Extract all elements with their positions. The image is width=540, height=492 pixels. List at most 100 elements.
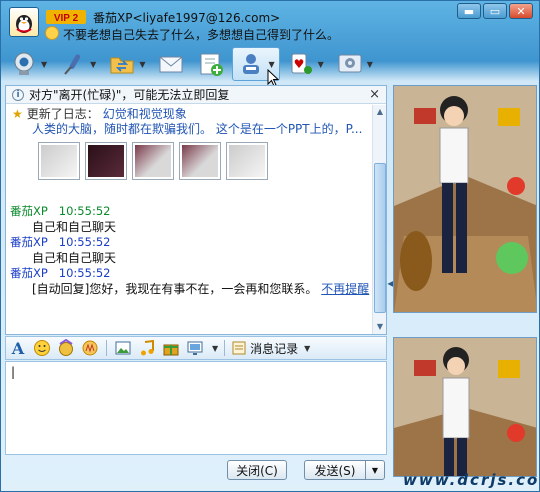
message-body: [自动回复]您好，我现在有事不在，一会再和您联系。 不再提醒 xyxy=(10,281,370,297)
svg-text:VIP 2: VIP 2 xyxy=(54,13,79,24)
gift-icon xyxy=(163,344,179,356)
screenshot-icon xyxy=(187,341,203,355)
magic-emoticon-icon xyxy=(59,339,73,356)
settings-icon xyxy=(338,54,362,73)
thumbnail[interactable] xyxy=(179,142,221,180)
scroll-down-icon[interactable]: ▼ xyxy=(374,321,386,333)
update-summary-link[interactable]: 人类的大脑，随时都在欺骗我们。 这个是在一个PPT上的，P... xyxy=(12,122,366,137)
webcam-icon xyxy=(14,52,34,75)
away-notice-text: 对方"离开(忙碌)"，可能无法立即回复 xyxy=(29,88,230,102)
avatar[interactable] xyxy=(9,7,39,37)
vip-badge: VIP 2 xyxy=(46,10,86,24)
update-label: 更新了日志： xyxy=(26,107,99,121)
games-icon: ♥ xyxy=(291,53,312,74)
message-header: 番茄XP 10:55:52 xyxy=(10,235,370,250)
scroll-thumb[interactable] xyxy=(374,163,386,313)
thumbnail[interactable] xyxy=(38,142,80,180)
blog-update: ★ 更新了日志： 幻觉和视觉现象 xyxy=(12,107,366,122)
update-title-link[interactable]: 幻觉和视觉现象 xyxy=(103,107,187,122)
thumbnail[interactable] xyxy=(85,142,127,180)
email-icon xyxy=(159,56,183,73)
shake-button[interactable] xyxy=(80,338,100,358)
magic-emoticon-button[interactable] xyxy=(56,338,76,358)
user-settings-icon xyxy=(243,54,260,74)
music-button[interactable] xyxy=(137,338,157,358)
games-button[interactable]: ♥ ▼ xyxy=(282,47,329,81)
email-button[interactable] xyxy=(152,47,190,81)
avatar-show-image xyxy=(394,338,536,476)
input-toolbar: A ▼ 消息记录 ▼ xyxy=(5,336,387,360)
chevron-down-icon[interactable]: ▼ xyxy=(212,344,218,353)
thumbnail[interactable] xyxy=(226,142,268,180)
chevron-down-icon[interactable]: ▼ xyxy=(41,60,47,69)
message-history-label: 消息记录 xyxy=(250,341,299,356)
minimize-button[interactable]: ▬ xyxy=(457,3,481,19)
star-icon: ★ xyxy=(12,107,23,121)
voice-button[interactable]: ▼ xyxy=(54,47,101,81)
chevron-down-icon[interactable]: ▼ xyxy=(304,344,310,353)
message-body: 自己和自己聊天 xyxy=(32,251,117,265)
svg-text:♥: ♥ xyxy=(293,57,304,71)
chevron-down-icon[interactable]: ▼ xyxy=(90,60,96,69)
video-button[interactable]: ▼ xyxy=(5,47,52,81)
shake-icon xyxy=(82,340,98,356)
history-icon xyxy=(232,341,246,355)
chevron-down-icon[interactable]: ▼ xyxy=(318,60,324,69)
add-contact-icon xyxy=(200,53,224,76)
screenshot-button[interactable] xyxy=(185,338,205,358)
do-not-remind-link[interactable]: 不再提醒 xyxy=(321,282,369,296)
close-window-button[interactable]: ✕ xyxy=(509,3,533,19)
scroll-up-icon[interactable]: ▲ xyxy=(374,106,386,118)
contact-name: 番茄XP<liyafe1997@126.com> xyxy=(93,11,281,25)
divider xyxy=(106,340,107,356)
info-icon: i xyxy=(12,88,24,101)
image-icon xyxy=(115,341,131,355)
chevron-down-icon[interactable]: ▼ xyxy=(268,60,274,69)
message-time: 10:55:52 xyxy=(58,266,111,280)
signature-icon xyxy=(45,26,59,40)
file-transfer-button[interactable]: ▼ xyxy=(103,47,150,81)
microphone-icon xyxy=(64,54,81,75)
signature-text: 不要老想自己失去了什么，多想想自己得到了什么。 xyxy=(63,28,340,42)
emoticon-button[interactable] xyxy=(32,338,52,358)
message-time: 10:55:52 xyxy=(58,235,111,249)
close-button[interactable]: 关闭(C) xyxy=(227,460,287,480)
send-options-button[interactable]: ▼ xyxy=(365,460,385,480)
contact-show-image xyxy=(393,85,537,313)
divider xyxy=(224,340,226,356)
message-history-button[interactable]: 消息记录 ▼ xyxy=(231,340,310,357)
send-image-button[interactable] xyxy=(113,338,133,358)
smiley-icon xyxy=(34,340,50,356)
close-icon[interactable]: × xyxy=(369,87,380,102)
chevron-down-icon[interactable]: ▼ xyxy=(139,60,145,69)
settings-button[interactable]: ▼ xyxy=(331,47,378,81)
update-thumbnails xyxy=(38,142,366,180)
font-icon: A xyxy=(11,338,25,358)
thumbnail[interactable] xyxy=(132,142,174,180)
music-icon xyxy=(141,339,154,356)
avatar-show-image xyxy=(394,86,536,312)
chevron-down-icon[interactable]: ▼ xyxy=(367,60,373,69)
message-sender: 番茄XP xyxy=(10,235,48,249)
penguin-icon xyxy=(16,15,32,33)
chat-history-panel: i 对方"离开(忙碌)"，可能无法立即回复 × ★ 更新了日志： 幻觉和视觉现象… xyxy=(5,85,387,335)
message-input[interactable]: | xyxy=(5,361,387,455)
watermark: www.dcrjs.com xyxy=(403,471,540,489)
chat-scrollbar[interactable]: ▲ ▼ xyxy=(372,105,386,334)
folder-icon xyxy=(110,57,134,74)
gift-button[interactable] xyxy=(161,338,181,358)
main-toolbar: ▼ ▼ ▼ ▼ ♥ ▼ ▼ xyxy=(5,45,391,83)
message-header: 番茄XP 10:55:52 xyxy=(10,204,370,219)
self-show-image xyxy=(393,337,537,477)
auto-reply-text: [自动回复]您好，我现在有事不在，一会再和您联系。 xyxy=(32,282,318,296)
font-button[interactable]: A xyxy=(8,338,28,358)
message-body: 自己和自己聊天 xyxy=(32,220,117,234)
add-contact-button[interactable] xyxy=(192,47,230,81)
send-button[interactable]: 发送(S) xyxy=(304,460,366,480)
maximize-button[interactable]: ▭ xyxy=(483,3,507,19)
message-sender: 番茄XP xyxy=(10,266,48,280)
message-time: 10:55:52 xyxy=(58,204,111,218)
message-sender: 番茄XP xyxy=(10,204,48,218)
away-notice: i 对方"离开(忙碌)"，可能无法立即回复 × xyxy=(6,86,386,104)
message-list: 番茄XP 10:55:52 自己和自己聊天 番茄XP 10:55:52 自己和自… xyxy=(10,204,370,297)
